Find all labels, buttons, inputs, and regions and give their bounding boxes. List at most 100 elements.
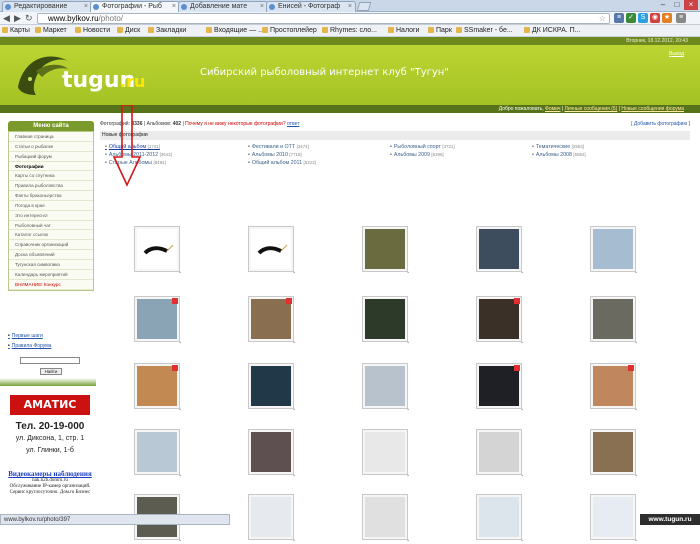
- sidebar-menu-item[interactable]: Каталог ссылок: [9, 230, 93, 241]
- minimize-icon[interactable]: –: [656, 0, 670, 10]
- sidebar-menu-item[interactable]: Рыболовный чат: [9, 221, 93, 231]
- browser-tab-active[interactable]: Фотографии - Рыб ×: [90, 1, 180, 12]
- first-steps-link[interactable]: • Первые шаги: [8, 333, 43, 339]
- photo-thumbnail[interactable]: ▪: [134, 296, 181, 346]
- sidebar-menu-item[interactable]: Фотографии: [9, 162, 93, 172]
- bookmark-item[interactable]: Парк: [428, 25, 452, 36]
- bookmark-item[interactable]: Карты: [2, 25, 30, 36]
- forum-rules-link[interactable]: • Правила Форума: [8, 343, 51, 349]
- browser-tab[interactable]: Редактирование ×: [2, 1, 92, 12]
- messages-link[interactable]: Личные сообщения (5): [565, 106, 618, 112]
- cameras-ad[interactable]: Видеокамеры наблюдения nak.h2b.domru.ru …: [4, 470, 96, 496]
- bookmark-item[interactable]: Rhymes: сло...: [322, 25, 377, 36]
- sidebar-menu-item[interactable]: Доска объявлений: [9, 250, 93, 260]
- photo-thumbnail[interactable]: ▪: [248, 494, 295, 544]
- bookmark-item[interactable]: Маркет: [35, 25, 67, 36]
- photo-thumbnail[interactable]: ▪: [476, 296, 523, 346]
- sidebar-menu-item[interactable]: ВНИМАНИЕ! Конкурс: [9, 280, 93, 290]
- photo-thumbnail[interactable]: ▪: [476, 494, 523, 544]
- photo-thumbnail[interactable]: ▪: [590, 363, 637, 413]
- sidebar-menu-item[interactable]: Погода в крае: [9, 201, 93, 211]
- new-tab-button[interactable]: [356, 2, 372, 11]
- photo-thumbnail[interactable]: ▪: [248, 363, 295, 413]
- album-link[interactable]: • Фестивали и ОТТ [3474]: [248, 144, 309, 150]
- site-logo[interactable]: tugun .ru: [10, 47, 160, 103]
- address-bar[interactable]: www.bylkov.ru/photo/ ☆: [37, 13, 610, 24]
- album-link[interactable]: • Альбомы 2010 [7718]: [248, 152, 302, 158]
- photo-thumbnail[interactable]: ▪: [134, 429, 181, 479]
- sidebar-menu-item[interactable]: Это интересно!: [9, 211, 93, 221]
- browser-tab[interactable]: Енисей - Фотограф ×: [266, 1, 356, 12]
- bookmark-item[interactable]: Простоплейер: [262, 25, 317, 36]
- photo-thumbnail[interactable]: ▪: [134, 226, 181, 276]
- sidebar-menu-item[interactable]: Главная страница: [9, 132, 93, 142]
- album-link[interactable]: • Тематические [2563]: [532, 144, 584, 150]
- photo-thumbnail[interactable]: ▪: [476, 363, 523, 413]
- missing-photos-warning[interactable]: Почему я не вижу некоторые фотографии?: [185, 121, 285, 127]
- maximize-icon[interactable]: □: [670, 0, 684, 10]
- photo-thumbnail[interactable]: ▪: [476, 429, 523, 479]
- sidebar-menu-item[interactable]: Календарь мероприятий: [9, 270, 93, 280]
- forward-icon[interactable]: ▶: [14, 13, 21, 24]
- skype-icon[interactable]: S: [638, 13, 648, 23]
- photo-thumbnail[interactable]: ▪: [362, 226, 409, 276]
- sidebar-menu-item[interactable]: Статьи о рыбалке: [9, 142, 93, 152]
- menu-wrench-icon[interactable]: ≡: [676, 13, 686, 23]
- sidebar-menu-item[interactable]: Справочник организаций: [9, 240, 93, 251]
- sidebar-menu-item[interactable]: Карты со спутника: [9, 171, 93, 182]
- search-input[interactable]: [20, 357, 80, 364]
- sidebar-menu-item[interactable]: Факты браконьерства: [9, 191, 93, 201]
- extension-icon[interactable]: ✓: [626, 13, 636, 23]
- logout-link[interactable]: Выход: [669, 51, 684, 57]
- bookmark-item[interactable]: Новости: [75, 25, 110, 36]
- close-tab-icon[interactable]: ×: [84, 2, 88, 12]
- extension-icon[interactable]: ◉: [650, 13, 660, 23]
- photo-thumbnail[interactable]: ▪: [590, 296, 637, 346]
- close-tab-icon[interactable]: ×: [260, 2, 264, 12]
- cameras-ad-title[interactable]: Видеокамеры наблюдения: [4, 470, 96, 478]
- user-link[interactable]: Фомич: [545, 106, 560, 112]
- bookmark-item[interactable]: Налоги: [388, 25, 419, 36]
- sidebar-menu-item[interactable]: Рыбацкий форум: [9, 152, 93, 162]
- close-tab-icon[interactable]: ×: [172, 2, 176, 12]
- album-link[interactable]: • Общий альбом 2011 [5223]: [248, 160, 316, 166]
- comment-marker-icon: ▪: [635, 407, 637, 413]
- photo-thumbnail[interactable]: ▪: [248, 429, 295, 479]
- photo-thumbnail[interactable]: ▪: [590, 429, 637, 479]
- photo-thumbnail[interactable]: ▪: [362, 429, 409, 479]
- bookmark-star-icon[interactable]: ☆: [599, 14, 606, 23]
- back-icon[interactable]: ◀: [3, 13, 10, 24]
- photo-thumbnail[interactable]: ▪: [362, 363, 409, 413]
- new-forum-messages-link[interactable]: Новые сообщения форума: [621, 106, 684, 112]
- album-link[interactable]: • Рыболовный спорт [3721]: [390, 144, 455, 150]
- photo-thumbnail[interactable]: ▪: [248, 296, 295, 346]
- photo-thumbnail[interactable]: ▪: [590, 494, 637, 544]
- sidebar-menu-item[interactable]: Правила рыболовства: [9, 181, 93, 192]
- comment-marker-icon: ▪: [293, 270, 295, 276]
- watermark: www.tugun.ru: [640, 514, 700, 525]
- photo-thumbnail[interactable]: ▪: [362, 494, 409, 544]
- amatis-ad-banner[interactable]: АМАТИС: [10, 395, 90, 415]
- bookmark-item[interactable]: Входящие — ...: [206, 25, 264, 36]
- photo-thumbnail[interactable]: ▪: [590, 226, 637, 276]
- bookmark-item[interactable]: Закладки: [148, 25, 186, 36]
- photo-thumbnail[interactable]: ▪: [248, 226, 295, 276]
- photo-thumbnail[interactable]: ▪: [134, 363, 181, 413]
- sidebar-menu-item[interactable]: Тугунская символика: [9, 260, 93, 270]
- album-link[interactable]: • Альбомы 2009 [6295]: [390, 152, 444, 158]
- bookmark-item[interactable]: Диск: [117, 25, 140, 36]
- extension-icon[interactable]: ≡: [614, 13, 624, 23]
- add-photo-link[interactable]: [ Добавить фотографию ]: [631, 121, 690, 127]
- extension-icon[interactable]: ★: [662, 13, 672, 23]
- search-button[interactable]: Найти: [40, 368, 62, 375]
- photo-thumbnail[interactable]: ▪: [476, 226, 523, 276]
- bookmark-item[interactable]: SSmaker - бе...: [456, 25, 513, 36]
- photo-thumbnail[interactable]: ▪: [362, 296, 409, 346]
- close-tab-icon[interactable]: ×: [348, 2, 352, 12]
- close-window-icon[interactable]: ×: [684, 0, 698, 10]
- album-link[interactable]: • Альбомы 2008 [5552]: [532, 152, 586, 158]
- reload-icon[interactable]: ↻: [25, 13, 33, 24]
- answer-link[interactable]: ответ: [287, 121, 299, 127]
- bookmark-item[interactable]: ДК ИСКРА. П...: [524, 25, 581, 36]
- browser-tab[interactable]: Добавление мате ×: [178, 1, 268, 12]
